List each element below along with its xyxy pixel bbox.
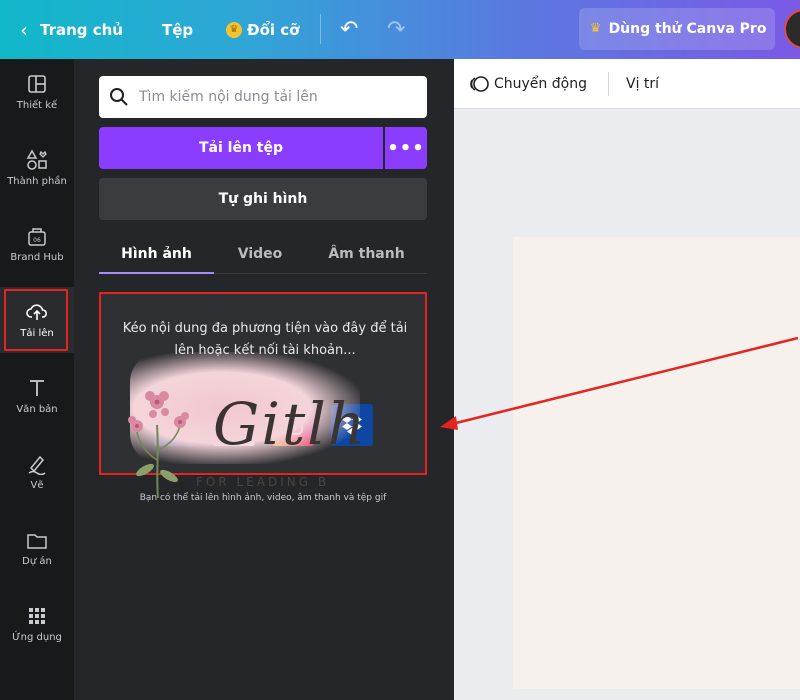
rail-item-draw[interactable]: Vẽ [0,439,74,505]
position-label: Vị trí [626,76,660,92]
redo-icon: ↷ [387,17,406,42]
draw-icon [26,453,48,476]
resize-button[interactable]: ♛ Đổi cỡ [226,0,299,59]
rail-label: Vẽ [30,480,44,491]
highlight-box [4,289,68,351]
topbar-divider [320,14,321,44]
pro-label: Dùng thử Canva Pro [608,21,767,37]
home-label: Trang chủ [40,20,123,39]
rail-item-elements[interactable]: Thành phần [0,135,74,201]
rail-label: Ứng dụng [12,632,62,643]
svg-text:06: 06 [33,237,41,244]
shapes-icon [26,149,48,171]
canvas-toolbar: Chuyển động Vị trí [454,59,800,109]
media-tabs: Hình ảnh Video Âm thanh [99,234,427,274]
brand-icon: 06 [26,225,48,247]
rail-item-uploads[interactable]: Tải lên [0,287,74,353]
logo-script-text: Gitlh [213,390,368,458]
position-button[interactable]: Vị trí [626,59,659,109]
undo-icon: ↶ [340,17,359,42]
active-tab-indicator [99,272,214,274]
logo-subtext: FOR LEADING B [196,475,330,489]
apps-grid-icon [26,605,48,627]
animate-button[interactable]: Chuyển động [468,59,587,109]
file-label: Tệp [162,20,194,39]
animate-label: Chuyển động [494,76,587,92]
try-canva-pro-button[interactable]: ♛ Dùng thử Canva Pro [579,8,775,50]
undo-button[interactable]: ↶ [340,0,358,59]
rail-label: Dự án [22,556,52,567]
rail-item-text[interactable]: Văn bản [0,363,74,429]
rail-item-apps[interactable]: Ứng dụng [0,591,74,657]
rail-label: Văn bản [16,404,58,415]
crown-icon: ♛ [589,21,602,36]
tab-audio[interactable]: Âm thanh [306,234,427,274]
home-button[interactable]: ‹ Trang chủ [20,0,123,59]
rail-label: Brand Hub [10,252,64,263]
tab-images[interactable]: Hình ảnh [99,234,214,274]
rail-label: Thành phần [7,176,67,187]
search-icon [109,87,129,107]
crown-icon: ♛ [226,21,242,38]
animate-icon [468,73,490,95]
folder-icon [26,529,48,551]
redo-button[interactable]: ↷ [387,0,405,59]
record-yourself-button[interactable]: Tự ghi hình [99,178,427,220]
resize-label: Đổi cỡ [247,20,300,39]
layout-icon [26,73,48,95]
flower-illustration [128,391,189,499]
rail-item-brand-hub[interactable]: 06 Brand Hub [0,211,74,277]
rail-item-projects[interactable]: Dự án [0,515,74,581]
tab-video[interactable]: Video [214,234,306,274]
search-input[interactable] [139,89,419,105]
side-rail: Thiết kế Thành phần 06 Brand Hub Tải lên… [0,59,74,700]
toolbar-divider [608,72,609,96]
upload-files-button[interactable]: Tải lên tệp [99,127,383,169]
rail-item-design[interactable]: Thiết kế [0,59,74,125]
top-bar: ‹ Trang chủ Tệp ♛ Đổi cỡ ↶ ↷ ♛ Dùng thử … [0,0,800,59]
avatar[interactable] [784,9,800,49]
design-page[interactable] [513,237,800,689]
more-options-button[interactable]: ••• [385,127,427,169]
canvas-area: Chuyển động Vị trí [454,59,800,700]
chevron-left-icon: ‹ [20,17,28,42]
rail-label: Thiết kế [16,100,58,111]
search-box[interactable] [99,76,427,118]
file-menu-button[interactable]: Tệp [162,0,193,59]
text-icon [26,377,48,399]
